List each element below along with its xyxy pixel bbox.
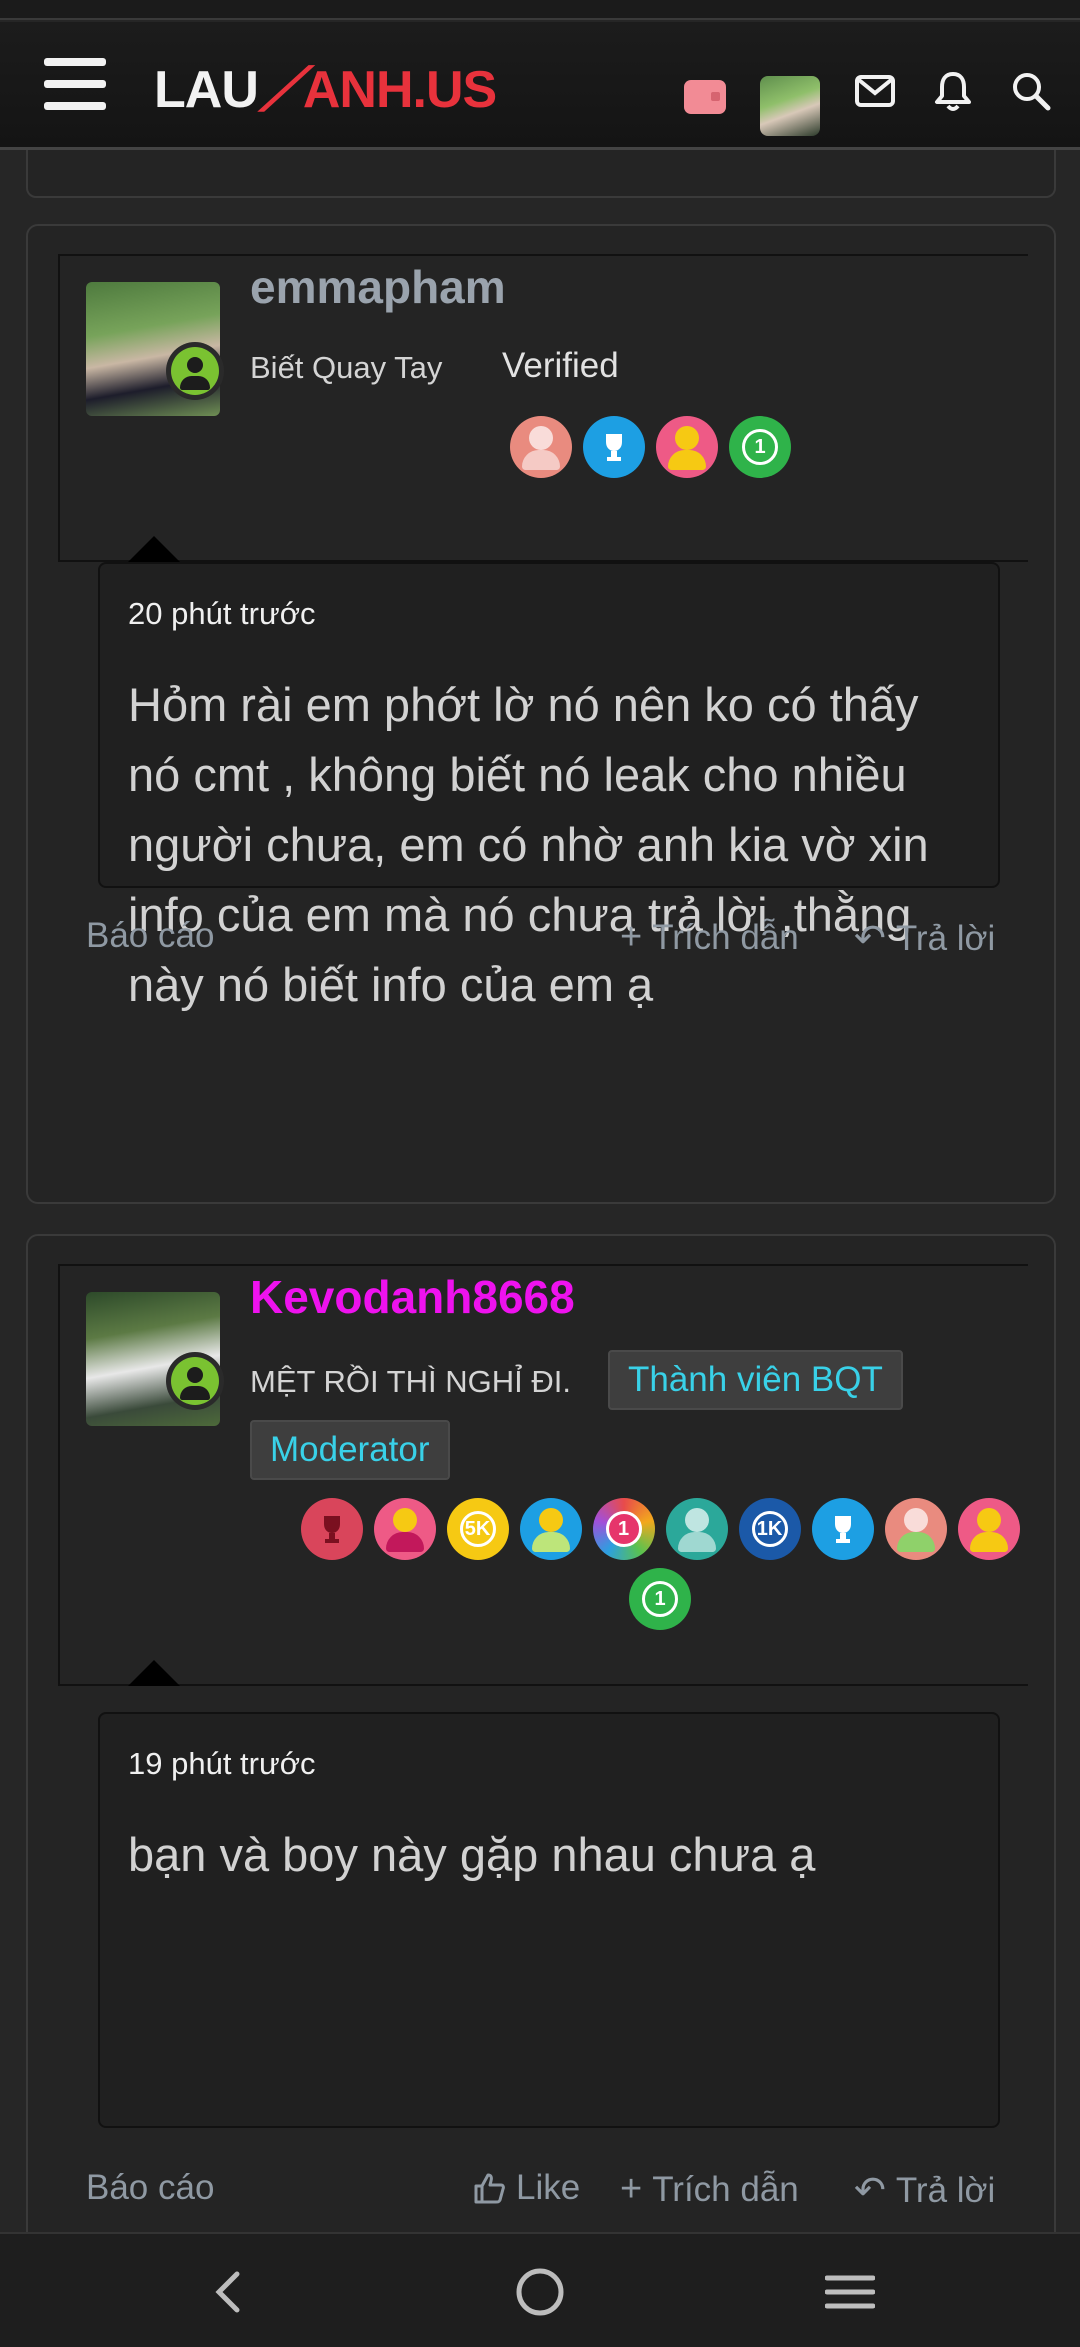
avatar[interactable] (760, 76, 820, 136)
site-logo[interactable]: LAU ⟋ ANH.US (154, 56, 497, 123)
back-icon[interactable] (198, 2262, 258, 2322)
plus-icon: + (620, 916, 643, 958)
search-icon[interactable] (1008, 68, 1054, 114)
online-status-icon (166, 342, 224, 400)
site-header: LAU ⟋ ANH.US (0, 22, 1080, 150)
verified-banner: Verified (502, 346, 619, 385)
message-text: bạn và boy này gặp nhau chưa ạ (128, 1828, 816, 1881)
username[interactable]: emmapham (250, 260, 506, 314)
quote-button[interactable]: + Trích dẫn (620, 2168, 799, 2211)
trophy-list: 1 (510, 416, 791, 478)
moderator-banner: Moderator (250, 1420, 450, 1480)
post-actions: Báo cáo Like + Trích dẫn ↶ Trả lời (28, 2168, 1058, 2228)
user-title: Biết Quay Tay (250, 350, 443, 385)
message-box: 20 phút trước Hỏm rài em phớt lờ nó nên … (98, 562, 1000, 1011)
trophy-icon[interactable]: 1 (729, 416, 791, 478)
menu-icon[interactable] (44, 58, 106, 110)
like-button[interactable]: Like (472, 2168, 580, 2208)
post-time[interactable]: 20 phút trước (128, 596, 316, 632)
reply-icon: ↶ (854, 918, 886, 960)
reply-button[interactable]: ↶ Trả lời (854, 916, 995, 961)
trophy-icon[interactable] (510, 416, 572, 478)
trophy-icon[interactable] (957, 1498, 1020, 1560)
trophy-list: 5K 1 1K 1 (290, 1498, 1030, 1630)
system-nav-bar (0, 2232, 1080, 2347)
post: Kevodanh8668 MỆT RỒI THÌ NGHỈ ĐI. Thành … (26, 1234, 1056, 2294)
wallet-icon[interactable] (684, 80, 726, 114)
message-box: 19 phút trước bạn và boy này gặp nhau ch… (98, 1712, 1000, 2128)
trophy-icon[interactable] (300, 1498, 363, 1560)
status-strip (0, 0, 1080, 20)
post-actions: Báo cáo + Trích dẫn ↶ Trả lời (28, 916, 1058, 976)
username[interactable]: Kevodanh8668 (250, 1270, 575, 1324)
trophy-icon[interactable]: 1 (629, 1568, 691, 1630)
trophy-icon[interactable]: 5K (446, 1498, 509, 1560)
home-icon[interactable] (510, 2262, 570, 2322)
trophy-icon[interactable] (373, 1498, 436, 1560)
reply-icon: ↶ (854, 2170, 886, 2212)
trophy-icon[interactable] (884, 1498, 947, 1560)
trophy-icon[interactable] (656, 416, 718, 478)
post-time[interactable]: 19 phút trước (128, 1746, 316, 1782)
mail-icon[interactable] (852, 68, 898, 114)
plus-icon: + (620, 2168, 643, 2210)
report-button[interactable]: Báo cáo (86, 916, 214, 956)
user-info: Kevodanh8668 MỆT RỒI THÌ NGHỈ ĐI. Thành … (58, 1264, 1028, 1686)
trophy-icon[interactable] (583, 416, 645, 478)
trophy-icon[interactable]: 1 (592, 1498, 655, 1560)
bell-icon[interactable] (930, 68, 976, 114)
report-button[interactable]: Báo cáo (86, 2168, 214, 2208)
previous-post-stub (26, 150, 1056, 198)
online-status-icon (166, 1352, 224, 1410)
trophy-icon[interactable] (665, 1498, 728, 1560)
post: emmapham Biết Quay Tay Verified 1 20 phú… (26, 224, 1056, 1204)
user-info: emmapham Biết Quay Tay Verified 1 (58, 254, 1028, 562)
trophy-icon[interactable] (519, 1498, 582, 1560)
quote-button[interactable]: + Trích dẫn (620, 916, 799, 959)
thumbs-up-icon (474, 2173, 505, 2204)
staff-banner: Thành viên BQT (608, 1350, 903, 1410)
recents-icon[interactable] (820, 2262, 880, 2322)
user-title: MỆT RỒI THÌ NGHỈ ĐI. (250, 1364, 571, 1399)
trophy-icon[interactable]: 1K (738, 1498, 801, 1560)
trophy-icon[interactable] (811, 1498, 874, 1560)
reply-button[interactable]: ↶ Trả lời (854, 2168, 995, 2213)
